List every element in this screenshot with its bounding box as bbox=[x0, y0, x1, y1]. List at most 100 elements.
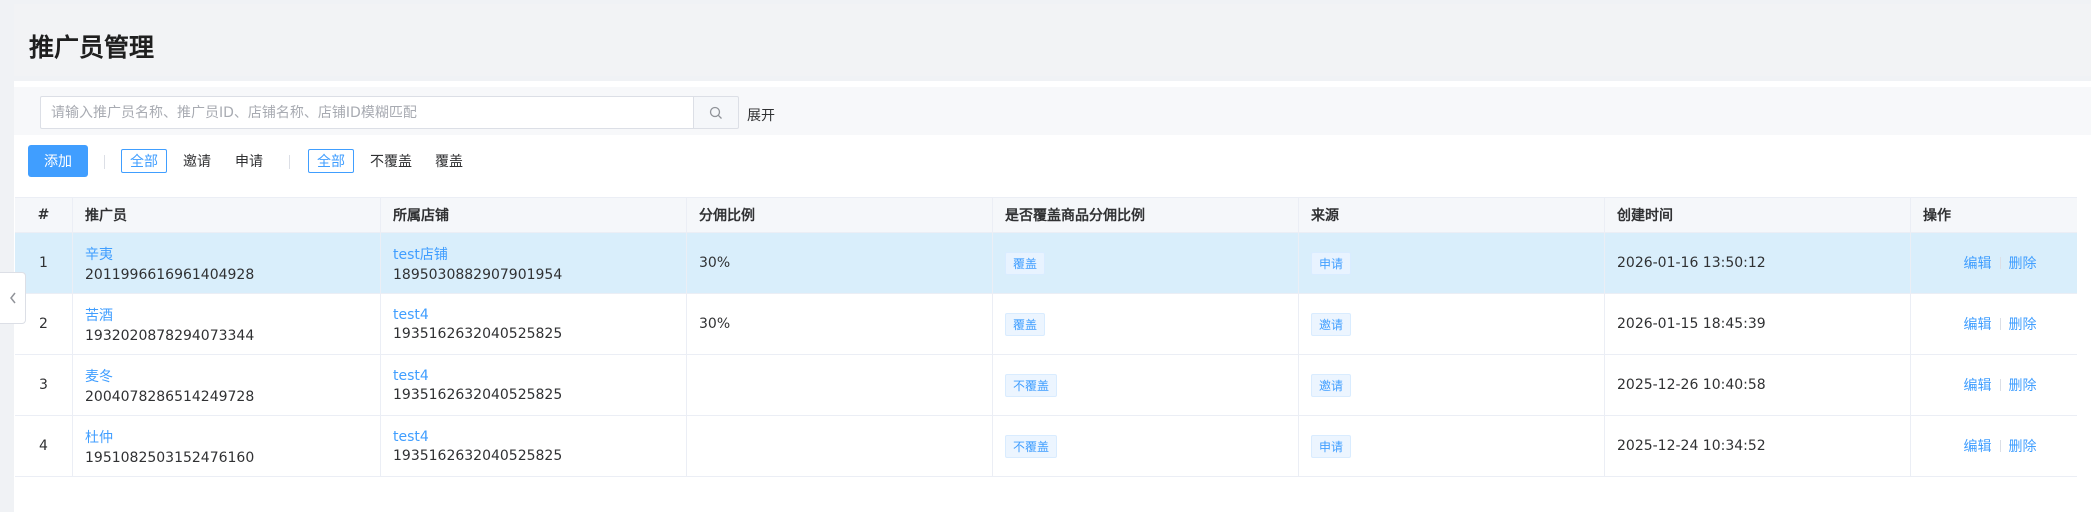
column-header: 是否覆盖商品分佣比例 bbox=[993, 198, 1299, 232]
source-badge: 申请 bbox=[1311, 434, 1352, 458]
shop-name-link[interactable]: test店铺 bbox=[393, 244, 686, 264]
divider bbox=[1999, 440, 2001, 452]
column-header: 操作 bbox=[1923, 208, 1951, 224]
table-row[interactable]: 2 苦酒 1932020878294073344 test4 193516263… bbox=[15, 294, 2077, 355]
table-row[interactable]: 1 辛夷 2011996616961404928 test店铺 18950308… bbox=[15, 233, 2077, 294]
page: 推广员管理 展开 添加 全部 邀请 申请 全部 不覆盖 覆盖 bbox=[0, 0, 2091, 512]
promoter-cell: 杜仲 1951082503152476160 bbox=[73, 416, 381, 476]
column-header: 分佣比例 bbox=[687, 198, 993, 232]
page-title: 推广员管理 bbox=[29, 33, 155, 62]
shop-id: 1935162632040525825 bbox=[393, 447, 563, 464]
filter-cover-yes[interactable]: 覆盖 bbox=[435, 149, 463, 173]
cover-cell: 覆盖 bbox=[993, 294, 1299, 354]
cover-cell: 不覆盖 bbox=[993, 355, 1299, 415]
column-header: # bbox=[15, 198, 73, 232]
filter-cover-all[interactable]: 全部 bbox=[308, 149, 354, 173]
promoter-cell: 麦冬 2004078286514249728 bbox=[73, 355, 381, 415]
cover-badge: 不覆盖 bbox=[1005, 434, 1058, 458]
filter-type-invite[interactable]: 邀请 bbox=[183, 149, 211, 173]
cover-badge: 不覆盖 bbox=[1005, 373, 1058, 397]
divider bbox=[1999, 379, 2001, 391]
filter-type-apply[interactable]: 申请 bbox=[235, 149, 263, 173]
column-header: 推广员 bbox=[73, 198, 381, 232]
search-icon bbox=[709, 106, 722, 119]
shop-cell: test4 1935162632040525825 bbox=[381, 294, 687, 354]
table-header: # 推广员 所属店铺 分佣比例 是否覆盖商品分佣比例 来源 创建时间 操作 bbox=[15, 197, 2077, 233]
filter-type-all[interactable]: 全部 bbox=[121, 149, 167, 173]
shop-cell: test店铺 1895030882907901954 bbox=[381, 233, 687, 293]
delete-button[interactable]: 删除 bbox=[2009, 436, 2037, 456]
created-cell: 2025-12-24 10:34:52 bbox=[1605, 416, 1911, 476]
promoter-id: 2011996616961404928 bbox=[85, 266, 255, 283]
chevron-left-icon bbox=[9, 292, 16, 304]
edit-button[interactable]: 编辑 bbox=[1964, 314, 1992, 334]
row-index: 3 bbox=[15, 355, 73, 415]
filter-cover-no[interactable]: 不覆盖 bbox=[370, 149, 412, 173]
created-cell: 2026-01-15 18:45:39 bbox=[1605, 294, 1911, 354]
divider bbox=[1999, 257, 2001, 269]
source-cell: 申请 bbox=[1299, 233, 1605, 293]
cover-cell: 不覆盖 bbox=[993, 416, 1299, 476]
shop-name-link[interactable]: test4 bbox=[393, 368, 686, 384]
cover-badge: 覆盖 bbox=[1005, 251, 1046, 275]
divider bbox=[1999, 318, 2001, 330]
actions-cell: 编辑 删除 bbox=[1911, 233, 2077, 293]
created-cell: 2026-01-16 13:50:12 bbox=[1605, 233, 1911, 293]
divider bbox=[289, 155, 290, 169]
edit-button[interactable]: 编辑 bbox=[1964, 436, 1992, 456]
cover-cell: 覆盖 bbox=[993, 233, 1299, 293]
promoter-cell: 苦酒 1932020878294073344 bbox=[73, 294, 381, 354]
table-row[interactable]: 4 杜仲 1951082503152476160 test4 193516263… bbox=[15, 416, 2077, 477]
promoter-id: 1932020878294073344 bbox=[85, 327, 255, 344]
delete-button[interactable]: 删除 bbox=[2009, 375, 2037, 395]
edit-button[interactable]: 编辑 bbox=[1964, 253, 1992, 273]
search-field[interactable] bbox=[40, 96, 694, 129]
ratio-cell bbox=[687, 416, 993, 476]
promoter-id: 2004078286514249728 bbox=[85, 388, 255, 405]
promoter-id: 1951082503152476160 bbox=[85, 449, 255, 466]
row-index: 4 bbox=[15, 416, 73, 476]
cover-badge: 覆盖 bbox=[1005, 312, 1046, 336]
search-button[interactable] bbox=[694, 96, 739, 129]
actions-cell: 编辑 删除 bbox=[1911, 355, 2077, 415]
page-header: 推广员管理 bbox=[14, 4, 2091, 76]
edit-button[interactable]: 编辑 bbox=[1964, 375, 1992, 395]
search-bar: 展开 bbox=[14, 87, 2091, 135]
promoter-table: # 推广员 所属店铺 分佣比例 是否覆盖商品分佣比例 来源 创建时间 操作 1 … bbox=[15, 197, 2077, 477]
search-input[interactable] bbox=[41, 97, 693, 128]
ratio-cell bbox=[687, 355, 993, 415]
source-badge: 邀请 bbox=[1311, 312, 1352, 336]
toolbar: 添加 全部 邀请 申请 全部 不覆盖 覆盖 bbox=[14, 143, 1014, 177]
source-badge: 申请 bbox=[1311, 251, 1352, 275]
column-header: 所属店铺 bbox=[381, 198, 687, 232]
promoter-cell: 辛夷 2011996616961404928 bbox=[73, 233, 381, 293]
divider bbox=[104, 155, 105, 169]
shop-cell: test4 1935162632040525825 bbox=[381, 416, 687, 476]
source-cell: 邀请 bbox=[1299, 294, 1605, 354]
promoter-name-link[interactable]: 杜仲 bbox=[85, 427, 380, 447]
column-header: 创建时间 bbox=[1605, 198, 1911, 232]
delete-button[interactable]: 删除 bbox=[2009, 253, 2037, 273]
shop-id: 1895030882907901954 bbox=[393, 266, 563, 283]
sidebar-collapse-button[interactable] bbox=[0, 272, 26, 324]
shop-id: 1935162632040525825 bbox=[393, 325, 563, 342]
source-cell: 申请 bbox=[1299, 416, 1605, 476]
promoter-name-link[interactable]: 麦冬 bbox=[85, 366, 380, 386]
promoter-name-link[interactable]: 苦酒 bbox=[85, 305, 380, 325]
delete-button[interactable]: 删除 bbox=[2009, 314, 2037, 334]
shop-id: 1935162632040525825 bbox=[393, 386, 563, 403]
actions-cell: 编辑 删除 bbox=[1911, 294, 2077, 354]
ratio-cell: 30% bbox=[687, 233, 993, 293]
shop-name-link[interactable]: test4 bbox=[393, 429, 686, 445]
column-header: 来源 bbox=[1299, 198, 1605, 232]
shop-name-link[interactable]: test4 bbox=[393, 307, 686, 323]
add-button[interactable]: 添加 bbox=[28, 145, 88, 177]
actions-cell: 编辑 删除 bbox=[1911, 416, 2077, 476]
table-row[interactable]: 3 麦冬 2004078286514249728 test4 193516263… bbox=[15, 355, 2077, 416]
source-badge: 邀请 bbox=[1311, 373, 1352, 397]
expand-link[interactable]: 展开 bbox=[747, 105, 775, 125]
created-cell: 2025-12-26 10:40:58 bbox=[1605, 355, 1911, 415]
shop-cell: test4 1935162632040525825 bbox=[381, 355, 687, 415]
promoter-name-link[interactable]: 辛夷 bbox=[85, 244, 380, 264]
ratio-cell: 30% bbox=[687, 294, 993, 354]
